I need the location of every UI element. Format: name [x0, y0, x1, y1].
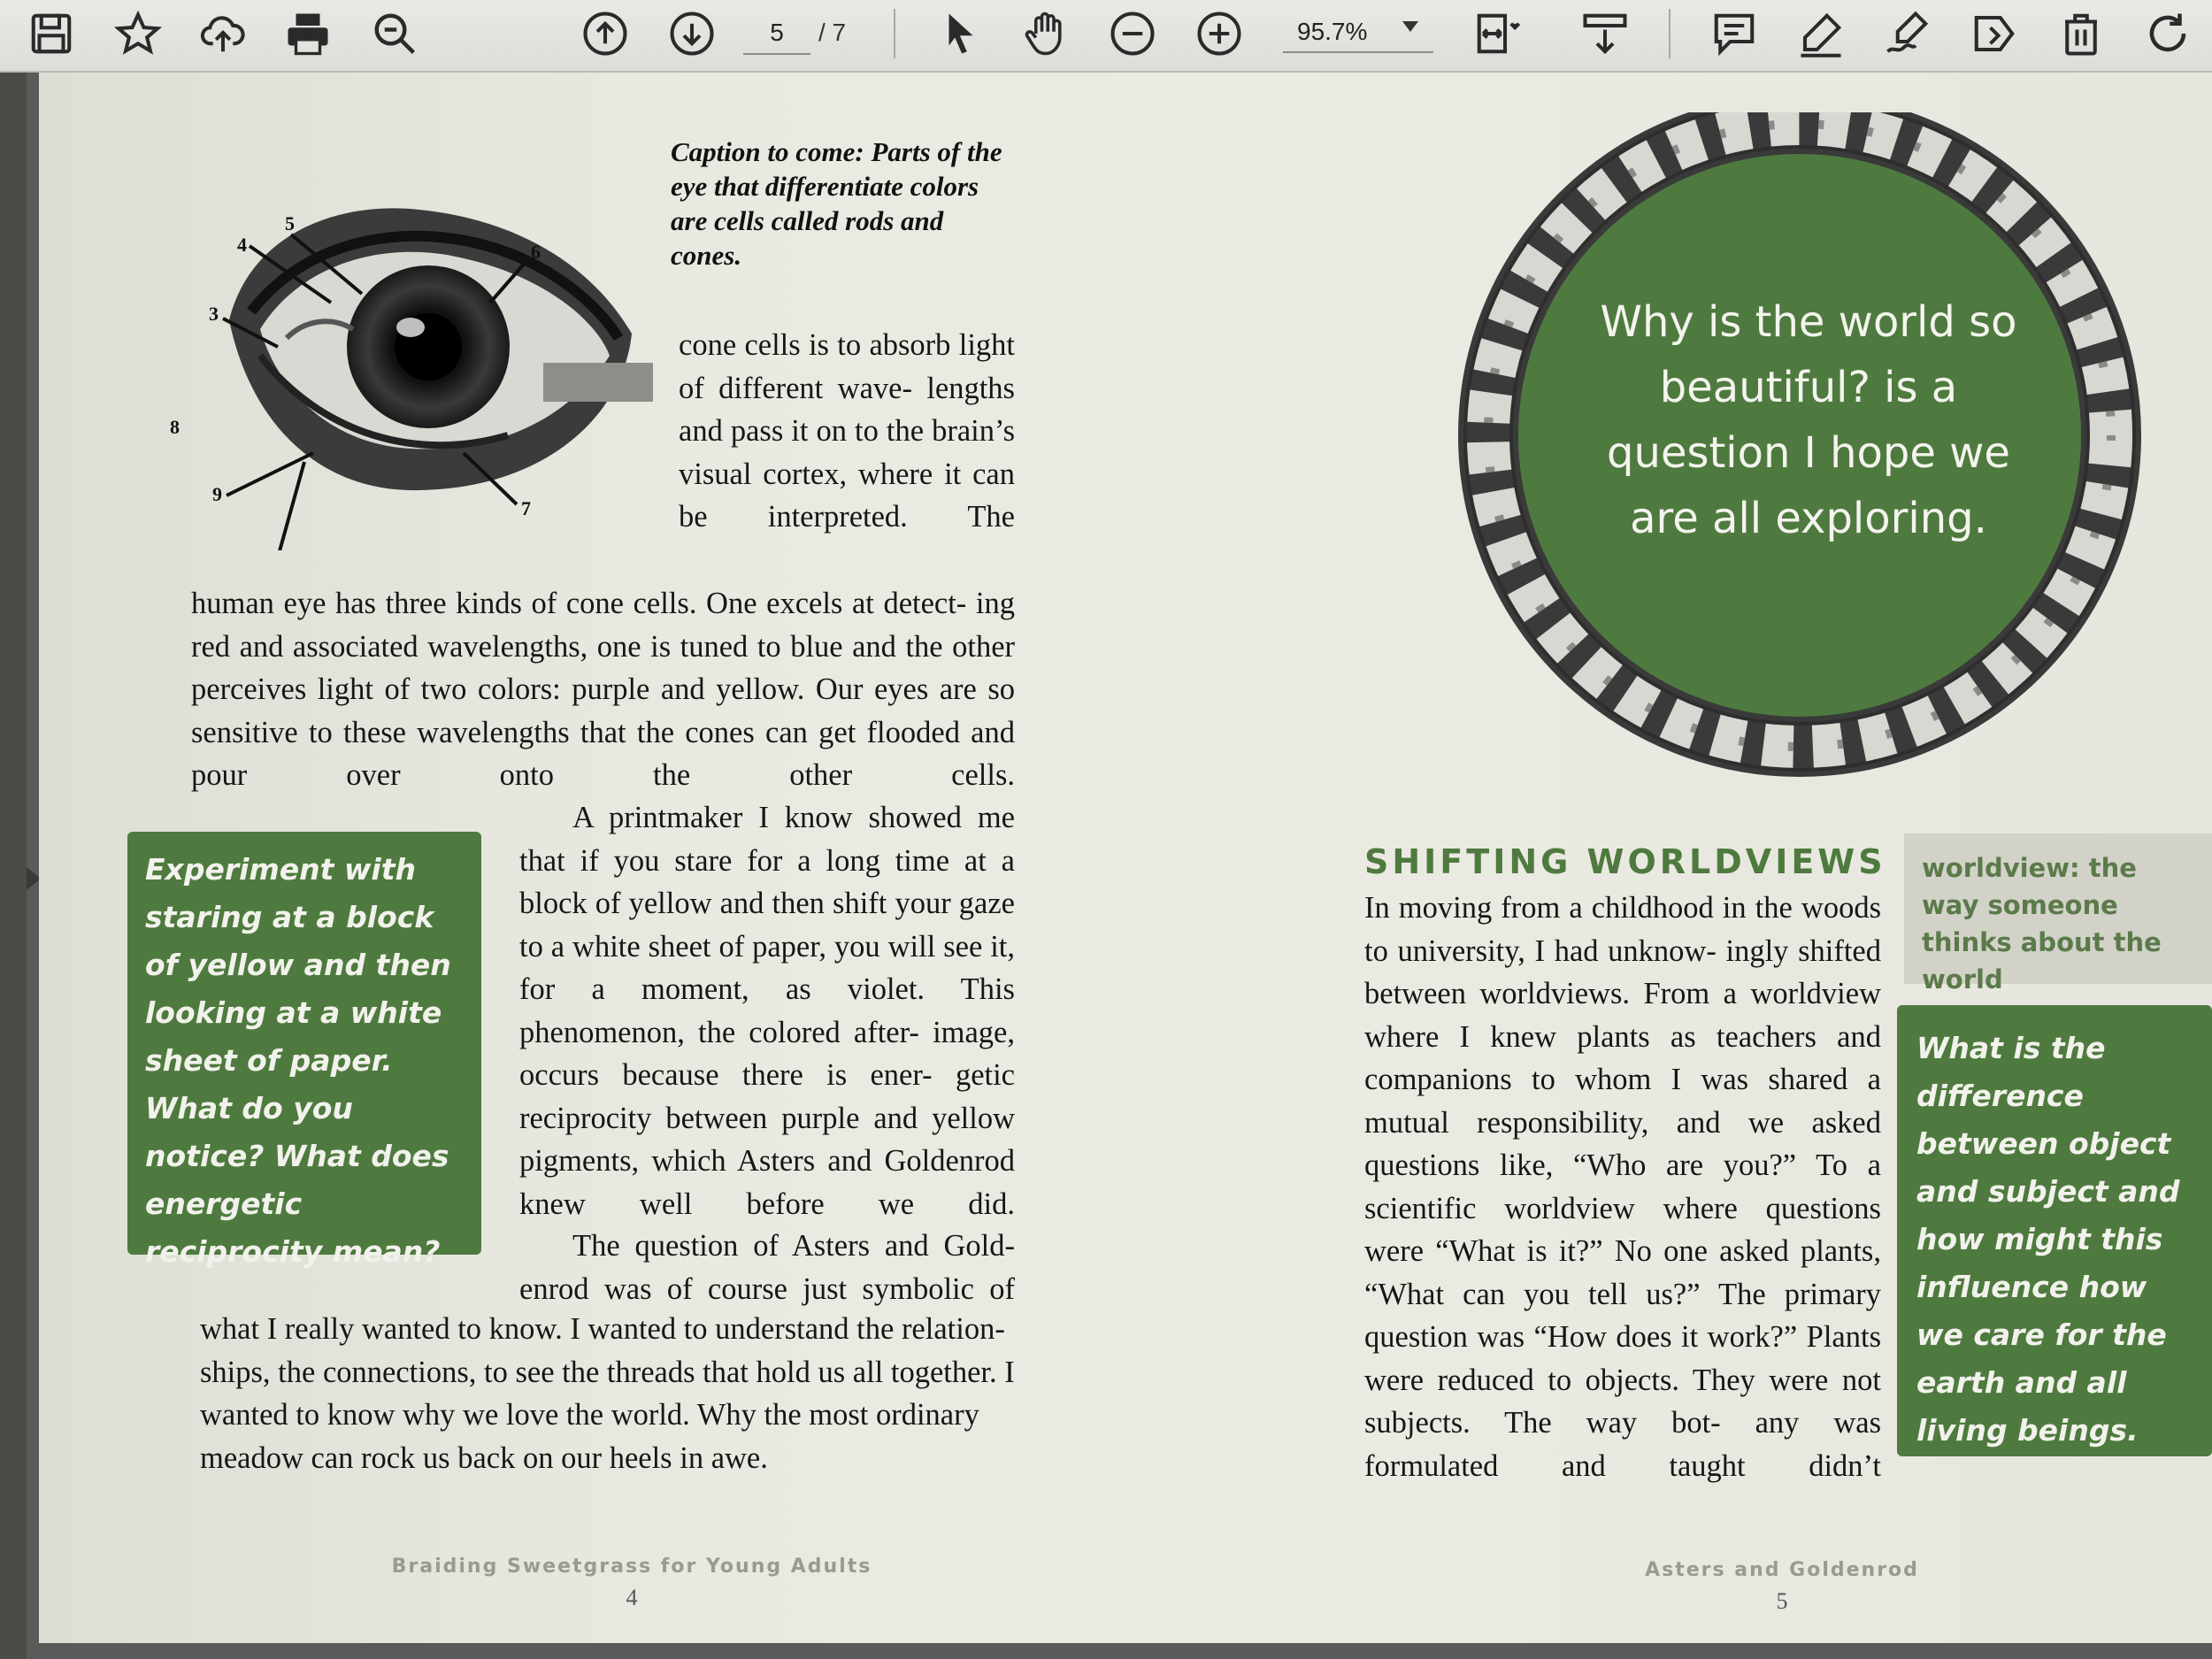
trash-icon[interactable] — [2053, 5, 2109, 62]
upload-cloud-icon[interactable] — [195, 5, 251, 62]
discussion-prompt-box: Experiment with staring at a block of ye… — [127, 832, 481, 1269]
sidebar-collapsed — [0, 73, 27, 1659]
section-heading: SHIFTING WORLDVIEWS — [1364, 842, 1886, 881]
page-down-icon[interactable] — [664, 5, 720, 62]
page-footer-left: Braiding Sweetgrass for Young Adults 4 — [349, 1555, 915, 1611]
rotate-icon[interactable] — [2139, 5, 2196, 62]
body-paragraph: what I really wanted to know. I wanted t… — [200, 1312, 1015, 1475]
figure-label: 6 — [531, 241, 541, 263]
comment-icon[interactable] — [1706, 5, 1763, 62]
tag-icon[interactable] — [1966, 5, 2023, 62]
page-up-icon[interactable] — [577, 5, 634, 62]
running-footer-title: Braiding Sweetgrass for Young Adults — [391, 1555, 872, 1578]
zoom-out-icon[interactable] — [1104, 5, 1161, 62]
wreath-quote: Why is the world so beautiful? is a ques… — [1600, 297, 2017, 543]
figure-caption: Caption to come: Parts of the eye that d… — [671, 136, 1002, 271]
toolbar: 5 / 7 95.7% — [0, 0, 2212, 73]
page-total-label: / 7 — [818, 19, 847, 46]
page-footer-right: Asters and Goldenrod 5 — [1499, 1559, 2065, 1615]
figure-label: 9 — [212, 483, 222, 505]
save-icon[interactable] — [23, 5, 80, 62]
figure-label: 4 — [237, 234, 247, 256]
body-paragraph: human eye has three kinds of cone cells.… — [191, 587, 1015, 792]
eye-anatomy-illustration: 5 4 6 3 8 9 7 — [170, 208, 653, 550]
page-number: 4 — [626, 1585, 638, 1610]
discussion-prompt-box: What is the difference between object an… — [1897, 1005, 2212, 1456]
toolbar-divider — [894, 9, 895, 58]
running-footer-title: Asters and Goldenrod — [1645, 1559, 1919, 1581]
body-paragraph: In moving from a childhood in the woods … — [1364, 891, 1881, 1483]
glossary-box: worldview: the way someone thinks about … — [1904, 833, 2212, 995]
zoom-dropdown-caret-icon[interactable] — [1402, 21, 1418, 32]
figure-label: 7 — [521, 497, 531, 519]
hand-pan-icon[interactable] — [1018, 5, 1074, 62]
body-paragraph: The question of Asters and Gold- enrod w… — [519, 1229, 1015, 1306]
document-viewport[interactable]: 5 4 6 3 8 9 7 Caption to come: Parts of … — [0, 73, 2212, 1659]
scroll-mode-icon[interactable] — [1577, 5, 1633, 62]
sign-icon[interactable] — [1879, 5, 1936, 62]
figure-label: 5 — [285, 212, 295, 234]
bookmark-star-icon[interactable] — [110, 5, 166, 62]
highlight-pen-icon[interactable] — [1793, 5, 1849, 62]
page-spread: 5 4 6 3 8 9 7 Caption to come: Parts of … — [39, 73, 2212, 1643]
zoom-in-icon[interactable] — [1191, 5, 1248, 62]
zoom-search-icon[interactable] — [366, 5, 423, 62]
body-paragraph: cone cells is to absorb light of differe… — [679, 328, 1015, 534]
page-number: 5 — [1776, 1588, 1788, 1614]
body-paragraph: A printmaker I know showed me that if yo… — [519, 801, 1015, 1221]
figure-label: 3 — [209, 303, 219, 325]
toolbar-divider — [1669, 9, 1671, 58]
figure-label: 8 — [170, 416, 180, 438]
fit-page-icon[interactable] — [1469, 5, 1525, 62]
select-arrow-icon[interactable] — [933, 5, 989, 62]
page-number-input[interactable]: 5 — [743, 12, 810, 55]
zoom-level-select[interactable]: 95.7% — [1283, 12, 1433, 53]
print-icon[interactable] — [280, 5, 336, 62]
